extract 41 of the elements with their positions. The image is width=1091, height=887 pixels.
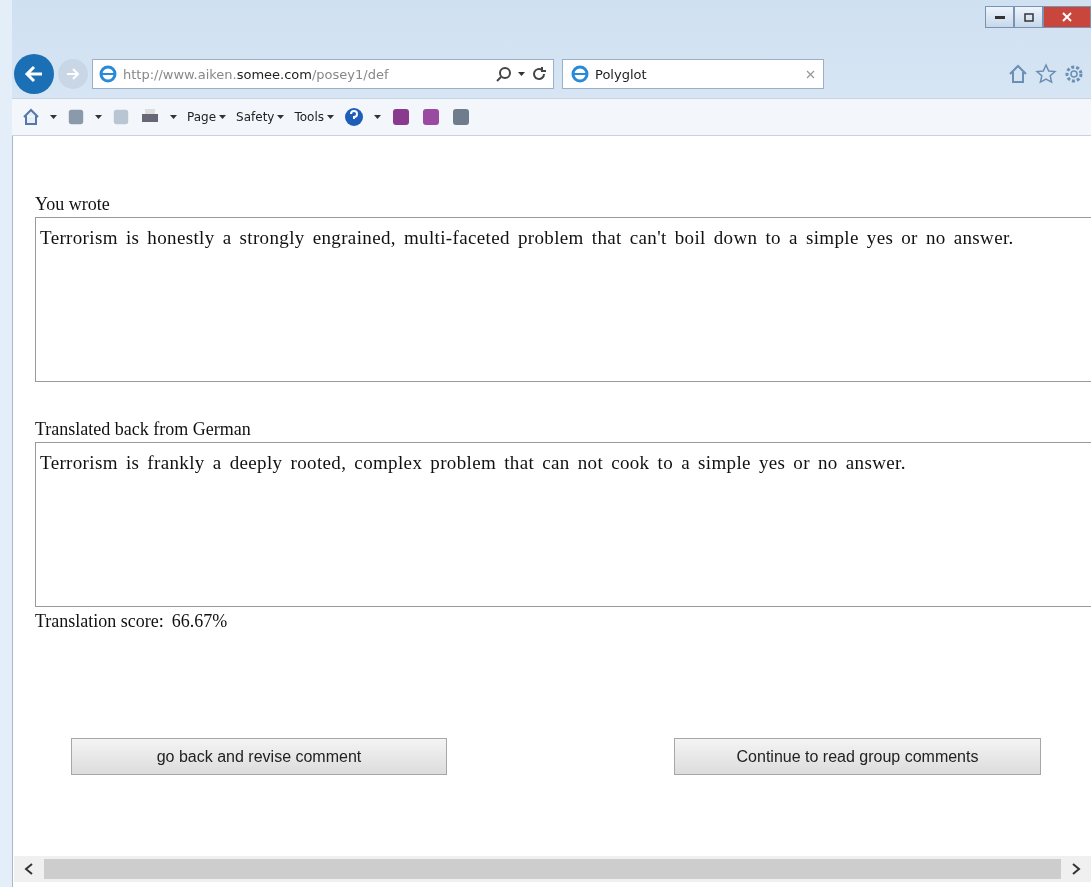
caret-icon[interactable] [374,115,381,119]
forward-arrow-icon [66,68,80,80]
browser-tab[interactable]: Polyglot [562,59,824,89]
home-icon[interactable] [1007,63,1029,85]
caret-icon [219,115,227,119]
caret-icon [327,115,334,119]
action-button[interactable]: Continue to read group comments [674,738,1041,775]
home-icon[interactable] [22,108,40,126]
url-text: http://www.aiken.somee.com/posey1/def [123,66,389,82]
search-icon[interactable] [496,66,512,82]
field-label: You wrote [35,194,111,215]
menu-button[interactable]: Page [187,110,227,124]
menu-button[interactable]: Safety [236,110,285,124]
caret-icon[interactable] [50,115,57,119]
star-icon[interactable] [1035,63,1057,85]
field-label: Translated back from German [35,419,252,440]
minimize-icon [994,15,1005,19]
text-area[interactable]: Terrorism is honestly a strongly engrained, multi-faceted problem that can't boil down to a simple yes or no answer. [35,217,1091,382]
caret-icon[interactable] [170,115,177,119]
menu-button[interactable]: Tools [294,110,334,124]
back-button[interactable] [14,54,54,94]
back-arrow-icon [24,65,44,83]
help-icon[interactable] [344,107,364,127]
minimize-button[interactable] [985,6,1014,28]
browser-logo-icon [99,65,117,83]
caret-icon[interactable] [95,115,102,119]
close-icon [1062,12,1072,22]
text-area[interactable]: Terrorism is frankly a deeply rooted, complex problem that can not cook to a simple yes or no answer. [35,442,1091,607]
close-button[interactable] [1043,6,1091,28]
browser-logo-icon [571,65,589,83]
caret-icon [277,115,285,119]
maximize-button[interactable] [1014,6,1043,28]
horizontal-scrollbar[interactable] [14,856,1091,882]
score-label: Translation score: [35,611,164,632]
maximize-icon [1023,12,1034,22]
address-bar[interactable]: http://www.aiken.somee.com/posey1/def [92,59,554,89]
action-button[interactable]: go back and revise comment [71,738,447,775]
refresh-icon[interactable] [531,66,547,82]
score-value: 66.67% [171,611,228,632]
settings-icon[interactable] [1063,63,1085,85]
caret-icon[interactable] [518,72,525,76]
